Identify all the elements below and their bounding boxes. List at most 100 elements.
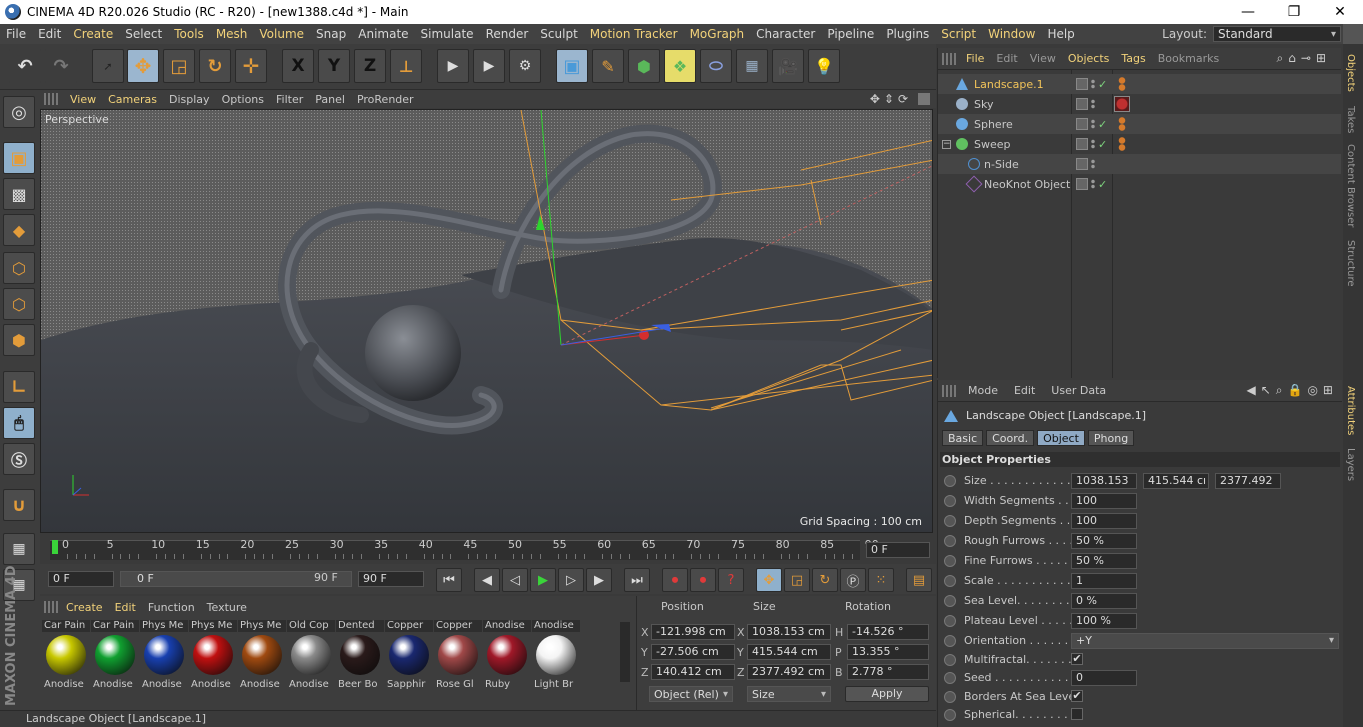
attr-value-field[interactable]: 100 % (1071, 613, 1137, 629)
menu-tools[interactable]: Tools (168, 27, 210, 41)
landscape-layer-dots[interactable] (1090, 79, 1096, 89)
keyframe-selection-icon[interactable]: ? (718, 568, 744, 592)
menu-file[interactable]: File (0, 27, 32, 41)
multifractal-animate-icon[interactable] (944, 654, 956, 666)
object-menu-bookmarks[interactable]: Bookmarks (1152, 52, 1225, 65)
menu-plugins[interactable]: Plugins (880, 27, 935, 41)
make-editable-icon[interactable]: ◎ (3, 96, 35, 128)
attribute-menu-edit[interactable]: Edit (1006, 384, 1043, 397)
attr-tab-coord[interactable]: Coord. (986, 430, 1035, 446)
rotation-h-field[interactable]: -14.526 ° (847, 624, 929, 640)
landscape-visibility-toggle[interactable] (1076, 78, 1088, 90)
timeline-icon[interactable]: ▤ (906, 568, 932, 592)
landscape-phong-tag-icon[interactable] (1116, 77, 1128, 91)
object-row-n-side[interactable]: n-Side (938, 154, 1341, 174)
object-menu-file[interactable]: File (960, 52, 990, 65)
cube-primitive-icon[interactable]: ▣ (556, 49, 588, 83)
size-z-value[interactable]: 2377.492 (1215, 473, 1281, 489)
material-swatch[interactable]: Car Pain Anodise (42, 620, 90, 692)
viewport-menu-options[interactable]: Options (216, 93, 270, 106)
material-menu-create[interactable]: Create (60, 601, 109, 614)
material-menu-texture[interactable]: Texture (201, 601, 253, 614)
render-picture-viewer-icon[interactable]: ▶ (473, 49, 505, 83)
end-frame-field[interactable]: 90 F (358, 571, 424, 587)
coords-apply-button[interactable]: Apply (845, 686, 929, 702)
neoknot-layer-dots[interactable] (1090, 179, 1096, 189)
object-menu-view[interactable]: View (1024, 52, 1062, 65)
menu-mograph[interactable]: MoGraph (684, 27, 751, 41)
attr-animate-icon[interactable] (944, 615, 956, 627)
menu-help[interactable]: Help (1041, 27, 1080, 41)
z-axis-lock-button[interactable]: Z (354, 49, 386, 83)
material-swatch[interactable]: Old Cop Anodise (287, 620, 335, 692)
sky-visibility-toggle[interactable] (1076, 98, 1088, 110)
locked-workplane-icon[interactable]: ▦ (3, 533, 35, 565)
menu-select[interactable]: Select (119, 27, 168, 41)
points-mode-icon[interactable]: ⬡ (3, 252, 35, 284)
model-mode-icon[interactable]: ▣ (3, 142, 35, 174)
next-frame-icon[interactable]: ▷ (558, 568, 584, 592)
go-to-start-icon[interactable]: ⏮ (436, 568, 462, 592)
attr-animate-icon[interactable] (944, 595, 956, 607)
scale-tool-icon[interactable]: ◲ (163, 49, 195, 83)
menu-window[interactable]: Window (982, 27, 1041, 41)
material-menu-function[interactable]: Function (142, 601, 201, 614)
record-scale-icon[interactable]: ◲ (784, 568, 810, 592)
render-view-icon[interactable]: ▶ (437, 49, 469, 83)
previous-frame-icon[interactable]: ◁ (502, 568, 528, 592)
sphere-phong-tag-icon[interactable] (1116, 117, 1128, 131)
material-scrollbar[interactable] (620, 622, 630, 682)
sky-layer-dots[interactable] (1090, 99, 1096, 109)
attr-tab-phong[interactable]: Phong (1087, 430, 1135, 446)
sweep-enabled-check[interactable]: ✓ (1098, 138, 1107, 151)
orientation-select[interactable]: +Y (1071, 633, 1339, 649)
menu-edit[interactable]: Edit (32, 27, 67, 41)
floor-environment-icon[interactable]: ▦ (736, 49, 768, 83)
previous-key-icon[interactable]: ◀ (474, 568, 500, 592)
attribute-menu-user-data[interactable]: User Data (1043, 384, 1114, 397)
menu-mesh[interactable]: Mesh (210, 27, 254, 41)
menu-motion-tracker[interactable]: Motion Tracker (584, 27, 684, 41)
workplane-mode-icon[interactable]: ◆ (3, 214, 35, 246)
play-icon[interactable]: ▶ (530, 568, 556, 592)
edges-mode-icon[interactable]: ⬡ (3, 288, 35, 320)
menu-snap[interactable]: Snap (310, 27, 352, 41)
minimize-button[interactable]: — (1225, 0, 1271, 24)
menu-animate[interactable]: Animate (352, 27, 414, 41)
menu-sculpt[interactable]: Sculpt (534, 27, 583, 41)
size-z-field[interactable]: 2377.492 cm (747, 664, 831, 680)
cloner-icon[interactable]: ❖ (664, 49, 696, 83)
menu-render[interactable]: Render (480, 27, 535, 41)
timeline-playhead[interactable] (52, 540, 58, 554)
camera-icon[interactable]: 🎥 (772, 49, 804, 83)
material-menu-edit[interactable]: Edit (109, 601, 142, 614)
borders-checkbox[interactable]: ✔ (1071, 690, 1083, 702)
axis-mode-icon[interactable]: ∟ (3, 371, 35, 403)
perspective-viewport[interactable]: Perspective Grid Spacing : 100 cm (40, 109, 933, 533)
light-icon[interactable]: 💡 (808, 49, 840, 83)
sweep-phong-tag-icon[interactable] (1116, 137, 1128, 151)
material-swatch[interactable]: Anodise Light Br (532, 620, 580, 692)
attr-animate-icon[interactable] (944, 495, 956, 507)
attr-animate-icon[interactable] (944, 555, 956, 567)
tab-takes[interactable]: Takes (1345, 106, 1356, 133)
next-key-icon[interactable]: ▶ (586, 568, 612, 592)
material-swatch[interactable]: Phys Me Anodise (140, 620, 188, 692)
object-grip-icon[interactable] (942, 52, 956, 65)
attr-value-field[interactable]: 0 % (1071, 593, 1137, 609)
borders-animate-icon[interactable] (944, 691, 956, 703)
position-y-field[interactable]: -27.506 cm (651, 644, 735, 660)
n-side-layer-dots[interactable] (1090, 159, 1096, 169)
tab-layers[interactable]: Layers (1345, 448, 1356, 481)
sweep-layer-dots[interactable] (1090, 139, 1096, 149)
attr-tab-object[interactable]: Object (1037, 430, 1085, 446)
landscape-enabled-check[interactable]: ✓ (1098, 78, 1107, 91)
attr-animate-icon[interactable] (944, 575, 956, 587)
redo-icon[interactable]: ↷ (45, 49, 77, 83)
attr-value-field[interactable]: 100 (1071, 493, 1137, 509)
position-x-field[interactable]: -121.998 cm (651, 624, 735, 640)
viewport-maximize-icon[interactable] (918, 93, 930, 105)
sky-material-tag-icon[interactable] (1114, 96, 1130, 112)
sweep-collapse-icon[interactable]: − (942, 139, 951, 149)
rotation-b-field[interactable]: 2.778 ° (847, 664, 929, 680)
